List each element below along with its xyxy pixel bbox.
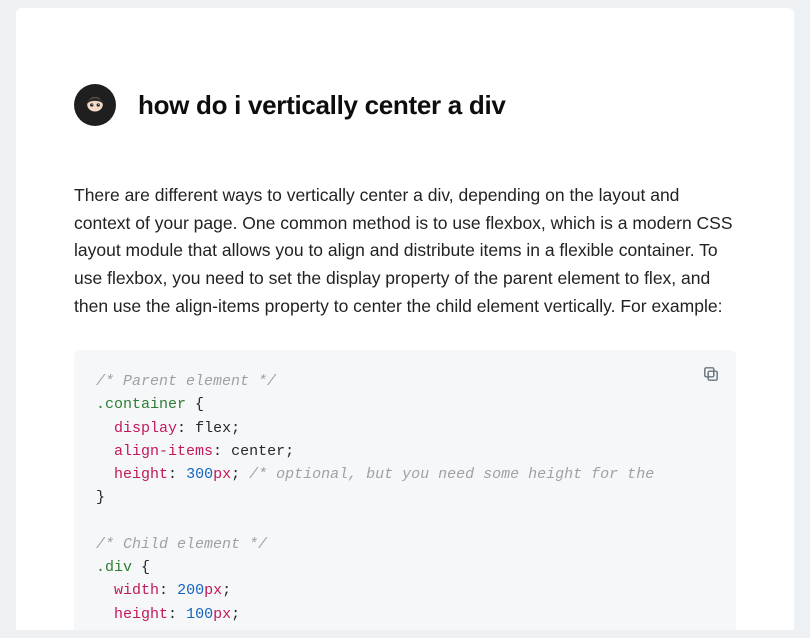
code-prop: display <box>114 420 177 437</box>
code-unit: px <box>213 606 231 623</box>
code-semi: ; <box>222 582 231 599</box>
answer-paragraph: There are different ways to vertically c… <box>74 182 736 320</box>
code-colon: : <box>159 582 168 599</box>
code-value: flex <box>195 420 231 437</box>
code-value: center <box>231 443 285 460</box>
code-number: 100 <box>186 606 213 623</box>
code-colon: : <box>168 466 177 483</box>
code-brace: { <box>141 559 150 576</box>
avatar <box>74 84 116 126</box>
code-prop: height <box>114 466 168 483</box>
code-unit: px <box>204 582 222 599</box>
code-colon: : <box>213 443 222 460</box>
code-comment: /* optional, but you need some height fo… <box>249 466 654 483</box>
code-unit: px <box>213 466 231 483</box>
code-selector: .container <box>96 396 186 413</box>
code-comment: /* Child element */ <box>96 536 267 553</box>
code-brace: { <box>195 396 204 413</box>
code-prop: height <box>114 606 168 623</box>
answer-block: There are different ways to vertically c… <box>74 182 736 630</box>
code-number: 300 <box>186 466 213 483</box>
code-semi: ; <box>231 606 240 623</box>
code-semi: ; <box>231 420 240 437</box>
code-colon: : <box>168 606 177 623</box>
code-prop: align-items <box>114 443 213 460</box>
code-semi: ; <box>231 466 240 483</box>
code-selector: .div <box>96 559 132 576</box>
code-block: /* Parent element */ .container { displa… <box>74 350 736 630</box>
question-title: how do i vertically center a div <box>138 90 506 121</box>
code-content: /* Parent element */ .container { displa… <box>96 370 714 630</box>
copy-button[interactable] <box>700 364 722 386</box>
code-colon: : <box>177 420 186 437</box>
avatar-face-icon <box>82 92 108 118</box>
copy-icon <box>702 365 720 383</box>
code-comment: /* Parent element */ <box>96 373 276 390</box>
code-semi: ; <box>285 443 294 460</box>
code-prop: width <box>114 582 159 599</box>
code-number: 200 <box>177 582 204 599</box>
question-row: how do i vertically center a div <box>74 84 736 126</box>
code-brace: } <box>96 489 105 506</box>
content-card: how do i vertically center a div There a… <box>16 8 794 630</box>
